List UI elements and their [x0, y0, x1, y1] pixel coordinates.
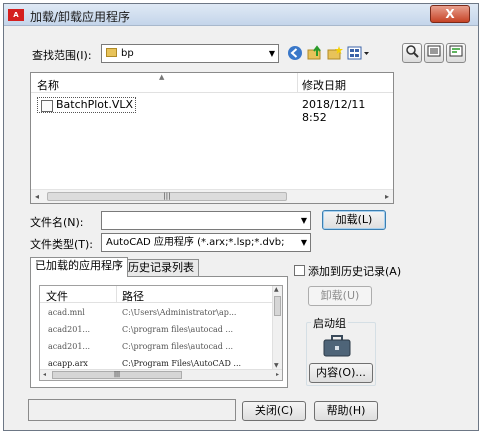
- load-unload-dialog: A 加载/卸载应用程序 X 查找范围(I): bp ▼ 名称 ▲ 修改日期 Ba…: [3, 3, 479, 431]
- column-header-file[interactable]: 文件: [46, 288, 68, 304]
- startup-contents-button[interactable]: 内容(O)...: [309, 363, 373, 383]
- title-bar: A 加载/卸载应用程序 X: [4, 4, 478, 26]
- add-to-history-checkbox[interactable]: [294, 265, 305, 276]
- add-to-history-label[interactable]: 添加到历史记录(A): [308, 263, 401, 279]
- file-list-header: 名称 ▲ 修改日期: [31, 73, 393, 93]
- close-button[interactable]: 关闭(C): [242, 401, 306, 421]
- file-name-input[interactable]: ▼: [101, 211, 311, 230]
- unload-button[interactable]: 卸载(U): [308, 286, 372, 306]
- file-type-select[interactable]: AutoCAD 应用程序 (*.arx;*.lsp;*.dvb; ▼: [101, 233, 311, 252]
- app-path: C:\program files\autocad ...: [122, 342, 234, 351]
- chevron-down-icon: ▼: [268, 49, 275, 58]
- column-header-name[interactable]: 名称: [37, 77, 59, 93]
- sort-arrow-icon: ▲: [159, 73, 165, 81]
- column-header-path[interactable]: 路径: [122, 288, 144, 304]
- look-in-combo[interactable]: bp ▼: [101, 44, 279, 63]
- file-list[interactable]: 名称 ▲ 修改日期 BatchPlot.VLX 2018/12/11 8:52 …: [30, 72, 394, 204]
- scroll-left-icon[interactable]: ◂: [43, 370, 46, 380]
- folder-icon: [106, 48, 117, 57]
- app-file: acad.mnl: [48, 308, 85, 317]
- table-row[interactable]: acad.mnl C:\Users\Administrator\ap...: [40, 305, 274, 321]
- startup-suite-group: 启动组 内容(O)...: [306, 315, 376, 386]
- app-file: acad201...: [48, 342, 91, 351]
- startup-suite-label: 启动组: [311, 315, 348, 331]
- scroll-thumb[interactable]: |||: [52, 371, 182, 379]
- loaded-applications-list[interactable]: 文件 路径 acad.mnl C:\Users\Administrator\ap…: [39, 285, 283, 381]
- briefcase-icon: [323, 335, 351, 357]
- scroll-left-icon[interactable]: ◂: [35, 190, 39, 203]
- scroll-thumb[interactable]: |||: [47, 192, 287, 201]
- table-row[interactable]: acad201... C:\program files\autocad ...: [40, 339, 274, 355]
- help-button[interactable]: 帮助(H): [314, 401, 378, 421]
- file-type-label: 文件类型(T):: [30, 238, 94, 251]
- app-list-header: 文件 路径: [40, 286, 274, 303]
- table-row[interactable]: acad201... C:\program files\autocad ...: [40, 322, 274, 338]
- autocad-app-icon: A: [8, 9, 24, 21]
- preview-icon[interactable]: [402, 43, 422, 63]
- details-icon[interactable]: [446, 43, 466, 63]
- file-icon: [41, 100, 53, 112]
- app-path: C:\Users\Administrator\ap...: [122, 308, 237, 317]
- load-button[interactable]: 加载(L): [322, 210, 386, 230]
- file-list-horizontal-scrollbar[interactable]: ◂ ||| ▸: [31, 189, 393, 203]
- close-window-button[interactable]: X: [430, 5, 470, 23]
- list-icon[interactable]: [424, 43, 444, 63]
- status-box: [28, 399, 236, 421]
- chevron-down-icon: ▼: [300, 216, 307, 225]
- file-row[interactable]: BatchPlot.VLX 2018/12/11 8:52: [35, 96, 391, 124]
- file-name-text: BatchPlot.VLX: [56, 98, 134, 111]
- app-list-horizontal-scrollbar[interactable]: ◂ ||| ▸: [40, 369, 282, 380]
- app-file: acad201...: [48, 325, 91, 334]
- app-file: acapp.arx: [48, 359, 88, 368]
- column-header-date[interactable]: 修改日期: [302, 77, 346, 93]
- scroll-right-icon[interactable]: ▸: [385, 190, 389, 203]
- column-divider[interactable]: [116, 286, 117, 303]
- scroll-thumb[interactable]: [274, 296, 281, 316]
- loaded-applications-panel: 文件 路径 acad.mnl C:\Users\Administrator\ap…: [30, 276, 288, 388]
- tab-history-list[interactable]: 历史记录列表: [123, 259, 199, 277]
- scroll-up-icon[interactable]: ▲: [274, 286, 279, 294]
- up-folder-icon[interactable]: [306, 45, 324, 63]
- file-type-value: AutoCAD 应用程序 (*.arx;*.lsp;*.dvb;: [106, 237, 285, 248]
- look-in-value: bp: [121, 48, 134, 59]
- file-name-label: 文件名(N):: [30, 216, 84, 229]
- chevron-down-icon: ▼: [300, 238, 307, 247]
- scroll-right-icon[interactable]: ▸: [276, 370, 279, 380]
- tab-loaded-applications[interactable]: 已加载的应用程序: [30, 257, 128, 277]
- back-icon[interactable]: [286, 45, 304, 63]
- views-menu-icon[interactable]: [346, 45, 372, 63]
- app-path: C:\program files\autocad ...: [122, 325, 234, 334]
- file-row-date: 2018/12/11 8:52: [302, 98, 366, 124]
- new-folder-icon[interactable]: [326, 45, 344, 63]
- file-row-name[interactable]: BatchPlot.VLX: [37, 97, 137, 113]
- column-divider[interactable]: [297, 73, 298, 93]
- app-path: C:\Program Files\AutoCAD ...: [122, 359, 242, 368]
- window-title: 加载/卸载应用程序: [30, 10, 131, 24]
- app-list-vertical-scrollbar[interactable]: ▲ ▼: [272, 286, 282, 370]
- look-in-label: 查找范围(I):: [32, 49, 92, 62]
